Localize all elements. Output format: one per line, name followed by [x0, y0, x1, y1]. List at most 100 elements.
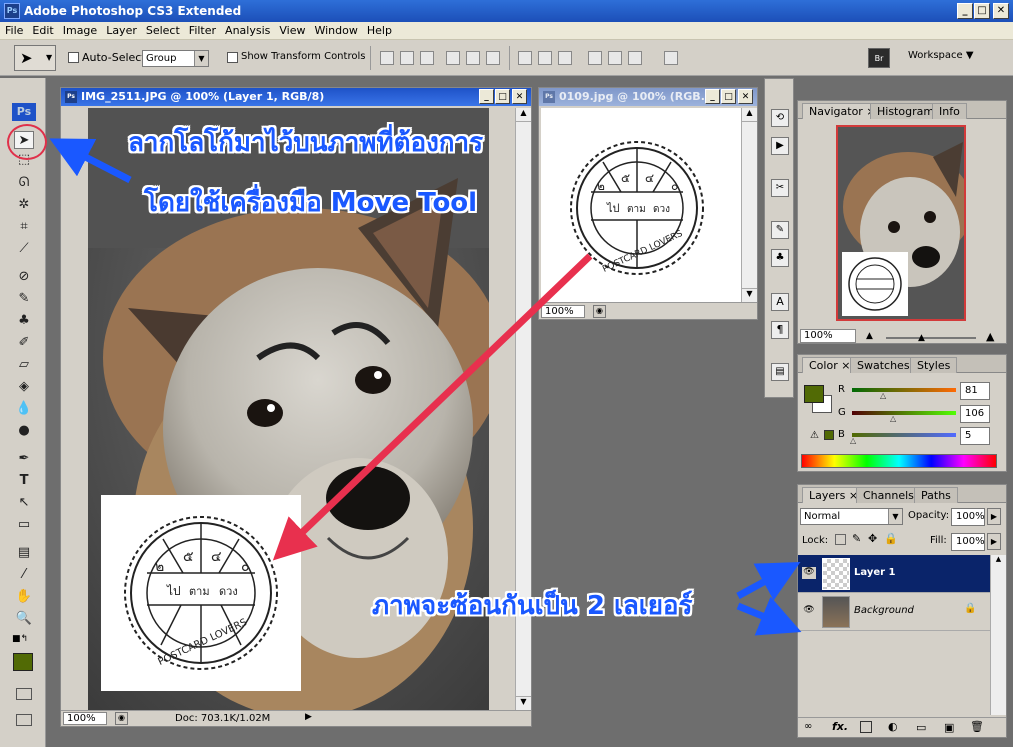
gamut-warning-icon[interactable]: ⚠ [810, 430, 819, 441]
menu-file[interactable]: File [0, 22, 27, 37]
doc-minimize-button[interactable]: _ [705, 89, 720, 104]
default-colors-icon[interactable]: ■↰ [12, 634, 28, 644]
brush-tool-icon[interactable]: ✎ [14, 290, 34, 308]
align-top-icon[interactable] [380, 51, 394, 65]
zoom-field[interactable]: 100% [63, 712, 107, 725]
layers-scrollbar[interactable]: ▲ [990, 555, 1006, 715]
zoom-field[interactable]: 100% [541, 305, 585, 318]
menu-window[interactable]: Window [309, 22, 361, 37]
align-bottom-icon[interactable] [420, 51, 434, 65]
history-brush-tool-icon[interactable]: ✐ [14, 334, 34, 352]
layer-row-layer-1[interactable]: 👁 Layer 1 [798, 555, 990, 593]
align-hcenter-icon[interactable] [466, 51, 480, 65]
auto-align-layers-icon[interactable] [664, 51, 678, 65]
align-right-icon[interactable] [486, 51, 500, 65]
status-menu-icon[interactable]: ▶ [305, 712, 312, 722]
healing-brush-tool-icon[interactable]: ⊘ [14, 268, 34, 286]
doc-maximize-button[interactable]: □ [495, 89, 510, 104]
show-transform-checkbox[interactable] [227, 52, 238, 66]
r-slider[interactable] [852, 388, 956, 392]
clone-stamp-tool-icon[interactable]: ♣ [14, 312, 34, 330]
doc-maximize-button[interactable]: □ [721, 89, 736, 104]
character-icon[interactable]: A [771, 293, 789, 311]
menu-select[interactable]: Select [141, 22, 184, 37]
b-slider-thumb[interactable]: △ [850, 436, 856, 445]
new-layer-icon[interactable]: ▣ [944, 721, 954, 734]
fill-field[interactable]: 100% [951, 533, 985, 551]
status-options-icon[interactable]: ◉ [115, 712, 128, 725]
tab-info[interactable]: Info [932, 103, 967, 119]
r-value-field[interactable]: 81 [960, 382, 990, 400]
type-tool-icon[interactable]: T [14, 472, 34, 490]
minimize-button[interactable]: _ [957, 3, 973, 19]
layer-style-icon[interactable]: fx. [832, 720, 848, 733]
distribute-top-icon[interactable] [518, 51, 532, 65]
brushes-icon[interactable]: ✎ [771, 221, 789, 239]
scroll-down-icon[interactable]: ▼ [742, 288, 757, 302]
slice-tool-icon[interactable]: ⟋ [14, 240, 34, 258]
g-value-field[interactable]: 106 [960, 405, 990, 423]
zoom-slider[interactable] [886, 337, 976, 339]
tab-histogram[interactable]: Histogram [870, 103, 942, 119]
screen-mode-icon[interactable] [16, 714, 32, 726]
menu-image[interactable]: Image [58, 22, 101, 37]
close-button[interactable]: ✕ [993, 3, 1009, 19]
g-slider[interactable] [852, 411, 956, 415]
auto-select-dropdown[interactable]: Group ▼ [142, 50, 209, 67]
tab-channels[interactable]: Channels [856, 487, 921, 503]
actions-icon[interactable]: ▶ [771, 137, 789, 155]
lock-transparent-icon[interactable] [835, 534, 846, 545]
zoom-slider-thumb[interactable]: ▲ [918, 333, 925, 343]
scroll-down-icon[interactable]: ▼ [516, 696, 531, 710]
tab-swatches[interactable]: Swatches [850, 357, 917, 373]
eye-icon[interactable]: 👁 [802, 605, 816, 617]
g-slider-thumb[interactable]: △ [890, 414, 896, 423]
scroll-up-icon[interactable]: ▲ [991, 555, 1006, 567]
distribute-left-icon[interactable] [588, 51, 602, 65]
new-group-icon[interactable]: ▭ [916, 721, 926, 734]
layer-mask-icon[interactable] [860, 721, 872, 733]
quick-mask-icon[interactable] [16, 688, 32, 700]
lock-all-icon[interactable]: 🔒 [884, 532, 898, 545]
document-canvas[interactable]: ๕ ๔ ๐ ๒ ไป ตาม ดวง POSTCARD LOVERS [541, 108, 741, 302]
foreground-color-swatch[interactable] [13, 653, 33, 671]
align-vcenter-icon[interactable] [400, 51, 414, 65]
lock-position-icon[interactable]: ✥ [868, 532, 877, 545]
menu-edit[interactable]: Edit [27, 22, 57, 37]
eraser-tool-icon[interactable]: ▱ [14, 356, 34, 374]
b-value-field[interactable]: 5 [960, 427, 990, 445]
tool-presets-icon[interactable]: ✂ [771, 179, 789, 197]
magic-wand-tool-icon[interactable]: ✲ [14, 196, 34, 214]
paint-bucket-tool-icon[interactable]: ◈ [14, 378, 34, 396]
adjustment-layer-icon[interactable]: ◐ [888, 720, 898, 733]
distribute-bottom-icon[interactable] [558, 51, 572, 65]
distribute-vcenter-icon[interactable] [538, 51, 552, 65]
fill-arrow-icon[interactable]: ▶ [987, 533, 1001, 550]
blur-tool-icon[interactable]: 💧 [14, 400, 34, 418]
doc-close-button[interactable]: ✕ [512, 89, 527, 104]
foreground-color-swatch[interactable] [804, 385, 824, 403]
menu-layer[interactable]: Layer [101, 22, 141, 37]
distribute-right-icon[interactable] [628, 51, 642, 65]
workspace-menu[interactable]: Workspace ▼ [908, 50, 974, 61]
scroll-up-icon[interactable]: ▲ [742, 108, 757, 122]
gamut-color-swatch[interactable] [824, 430, 834, 440]
color-ramp[interactable] [801, 454, 997, 468]
bridge-icon[interactable]: Br [868, 48, 890, 68]
rectangle-tool-icon[interactable]: ▭ [14, 516, 34, 534]
vertical-scrollbar[interactable]: ▲ ▼ [741, 108, 757, 302]
doc-close-button[interactable]: ✕ [738, 89, 753, 104]
status-options-icon[interactable]: ◉ [593, 305, 606, 318]
opacity-field[interactable]: 100% [951, 508, 985, 526]
history-icon[interactable]: ⟲ [771, 109, 789, 127]
blend-mode-dropdown[interactable]: Normal ▼ [800, 508, 903, 525]
pen-tool-icon[interactable]: ✒ [14, 450, 34, 468]
doc-minimize-button[interactable]: _ [479, 89, 494, 104]
hand-tool-icon[interactable]: ✋ [14, 588, 34, 606]
menu-filter[interactable]: Filter [184, 22, 220, 37]
paragraph-icon[interactable]: ¶ [771, 321, 789, 339]
delete-layer-icon[interactable]: 🗑 [970, 720, 984, 733]
zoom-out-icon[interactable]: ▲ [866, 331, 873, 341]
lock-image-icon[interactable]: ✎ [852, 532, 861, 545]
eyedropper-tool-icon[interactable]: ⁄ [14, 566, 34, 584]
